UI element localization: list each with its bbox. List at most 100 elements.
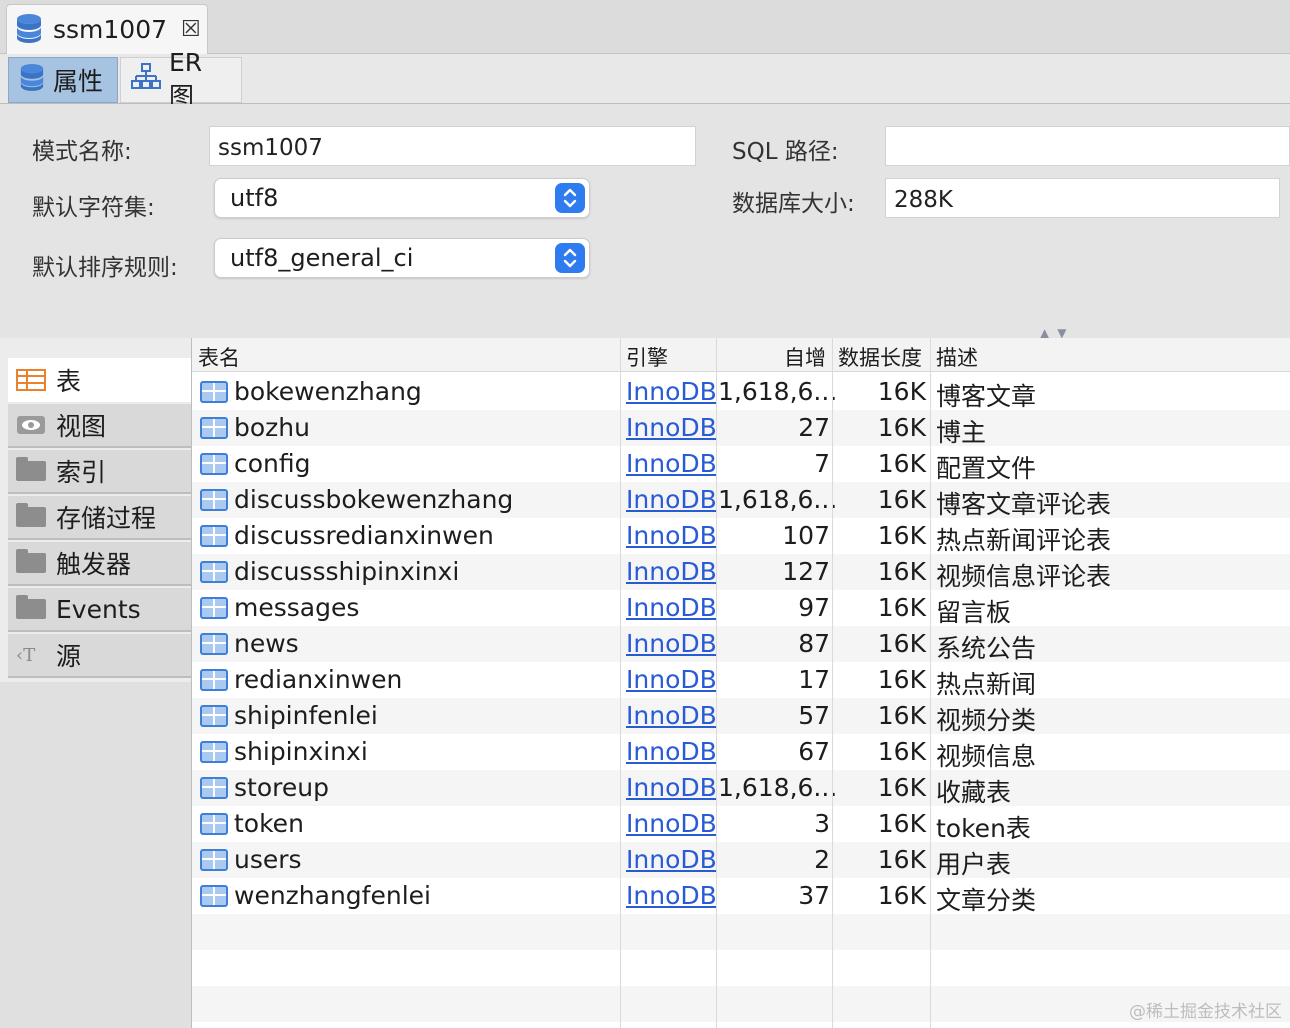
table-row[interactable]: token InnoDB 3 16K token表 — [192, 806, 1290, 843]
object-type-nav: 表 视图 索引 存储过程 触发器 Events ‹T 源 — [8, 356, 191, 1028]
nav-item-tables[interactable]: 表 — [8, 358, 191, 402]
engine-link[interactable]: InnoDB — [626, 737, 717, 766]
table-name: bokewenzhang — [234, 377, 422, 406]
empty-row — [192, 914, 1290, 950]
collation-select[interactable]: utf8_general_ci — [214, 238, 590, 278]
table-row[interactable]: discussbokewenzhang InnoDB 1,618,6... 16K 博客… — [192, 482, 1290, 519]
table-name-cell: token — [200, 809, 304, 838]
table-name-cell: shipinxinxi — [200, 737, 368, 766]
description-cell: 收藏表 — [936, 778, 1012, 807]
auto-increment-cell: 7 — [814, 449, 830, 478]
watermark: @稀土掘金技术社区 — [1129, 1002, 1282, 1022]
nav-item-procedures[interactable]: 存储过程 — [8, 496, 191, 540]
nav-item-triggers[interactable]: 触发器 — [8, 542, 191, 586]
description-cell: token表 — [936, 814, 1031, 843]
charset-select[interactable]: utf8 — [214, 178, 590, 218]
engine-link[interactable]: InnoDB — [626, 845, 717, 874]
collation-value: utf8_general_ci — [230, 244, 414, 272]
column-divider — [620, 338, 621, 1028]
table-name: discussredianxinwen — [234, 521, 494, 550]
data-length-cell: 16K — [877, 449, 926, 478]
nav-item-events[interactable]: Events — [8, 588, 191, 632]
table-row[interactable]: discussredianxinwen InnoDB 107 16K 热点新闻评论表 — [192, 518, 1290, 555]
data-length-cell: 16K — [877, 485, 926, 514]
table-name: wenzhangfenlei — [234, 881, 431, 910]
table-row[interactable]: redianxinwen InnoDB 17 16K 热点新闻 — [192, 662, 1290, 699]
data-length-cell: 16K — [877, 737, 926, 766]
table-name: storeup — [234, 773, 329, 802]
engine-link[interactable]: InnoDB — [626, 449, 717, 478]
engine-link[interactable]: InnoDB — [626, 521, 717, 550]
header-data-length[interactable]: 数据长度 — [838, 342, 922, 372]
auto-increment-cell: 1,618,6... — [718, 485, 838, 514]
description-cell: 热点新闻评论表 — [936, 526, 1112, 555]
table-icon — [200, 596, 228, 619]
table-name-cell: config — [200, 449, 311, 478]
nav-item-indexes[interactable]: 索引 — [8, 450, 191, 494]
nav-item-label: 视图 — [56, 412, 107, 441]
nav-item-source[interactable]: ‹T 源 — [8, 634, 191, 678]
table-row[interactable]: users InnoDB 2 16K 用户表 — [192, 842, 1290, 879]
table-row[interactable]: bozhu InnoDB 27 16K 博主 — [192, 410, 1290, 447]
engine-link[interactable]: InnoDB — [626, 629, 717, 658]
auto-increment-cell: 127 — [782, 557, 830, 586]
engine-link[interactable]: InnoDB — [626, 773, 717, 802]
table-row[interactable]: bokewenzhang InnoDB 1,618,6... 16K 博客文章 — [192, 374, 1290, 411]
table-name: news — [234, 629, 299, 658]
close-tab-icon[interactable]: ☒ — [181, 17, 201, 42]
tab-er-label: ER 图 — [169, 47, 203, 111]
table-row[interactable]: wenzhangfenlei InnoDB 37 16K 文章分类 — [192, 878, 1290, 915]
table-row[interactable]: shipinfenlei InnoDB 57 16K 视频分类 — [192, 698, 1290, 735]
engine-link[interactable]: InnoDB — [626, 881, 717, 910]
engine-link[interactable]: InnoDB — [626, 809, 717, 838]
auto-increment-cell: 17 — [798, 665, 830, 694]
table-name-cell: news — [200, 629, 299, 658]
column-divider — [930, 338, 931, 1028]
header-description[interactable]: 描述 — [936, 342, 978, 372]
description-cell: 博客文章评论表 — [936, 490, 1112, 519]
header-auto-increment[interactable]: 自增 — [784, 342, 826, 372]
table-name: bozhu — [234, 413, 310, 442]
tab-ssm1007[interactable]: ssm1007 ☒ — [6, 4, 208, 54]
table-row[interactable]: storeup InnoDB 1,618,6... 16K 收藏表 — [192, 770, 1290, 807]
data-length-cell: 16K — [877, 593, 926, 622]
data-length-cell: 16K — [877, 629, 926, 658]
table-name-cell: bozhu — [200, 413, 310, 442]
data-length-cell: 16K — [877, 881, 926, 910]
auto-increment-cell: 37 — [798, 881, 830, 910]
table-row[interactable]: news InnoDB 87 16K 系统公告 — [192, 626, 1290, 663]
engine-link[interactable]: InnoDB — [626, 557, 717, 586]
sql-path-field[interactable] — [885, 126, 1290, 166]
tab-er-diagram[interactable]: ER 图 — [120, 48, 242, 111]
engine-link[interactable]: InnoDB — [626, 377, 717, 406]
table-name: token — [234, 809, 304, 838]
nav-item-label: 源 — [56, 642, 82, 671]
nav-item-views[interactable]: 视图 — [8, 404, 191, 448]
engine-link[interactable]: InnoDB — [626, 665, 717, 694]
table-row[interactable]: shipinxinxi InnoDB 67 16K 视频信息 — [192, 734, 1290, 771]
table-name: redianxinwen — [234, 665, 403, 694]
engine-link[interactable]: InnoDB — [626, 485, 717, 514]
header-name[interactable]: 表名 — [198, 342, 240, 372]
svg-text:‹T: ‹T — [16, 645, 35, 666]
table-row[interactable]: config InnoDB 7 16K 配置文件 — [192, 446, 1290, 483]
database-icon — [19, 63, 45, 97]
table-icon — [200, 740, 228, 763]
engine-link[interactable]: InnoDB — [626, 413, 717, 442]
engine-link[interactable]: InnoDB — [626, 701, 717, 730]
tab-properties[interactable]: 属性 — [8, 57, 118, 103]
table-name: discussshipinxinxi — [234, 557, 460, 586]
schema-name-field[interactable]: ssm1007 — [209, 126, 696, 166]
table-name-cell: shipinfenlei — [200, 701, 378, 730]
table-row[interactable]: messages InnoDB 97 16K 留言板 — [192, 590, 1290, 627]
header-engine[interactable]: 引擎 — [626, 342, 668, 372]
description-cell: 留言板 — [936, 598, 1012, 627]
description-cell: 热点新闻 — [936, 670, 1037, 699]
data-length-cell: 16K — [877, 413, 926, 442]
table-row[interactable]: discussshipinxinxi InnoDB 127 16K 视频信息评论表 — [192, 554, 1290, 591]
table-icon — [16, 368, 46, 392]
table-name: shipinxinxi — [234, 737, 368, 766]
tab-title: ssm1007 — [53, 15, 168, 44]
engine-link[interactable]: InnoDB — [626, 593, 717, 622]
table-name: users — [234, 845, 302, 874]
